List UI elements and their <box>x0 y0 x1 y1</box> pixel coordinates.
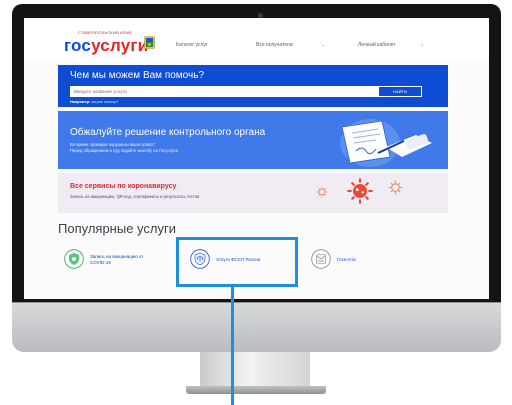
search-button[interactable]: НАЙТИ <box>378 86 422 97</box>
appeal-banner-title: Обжалуйте решение контрольного органа <box>70 127 266 138</box>
service-label-line2: COVID-19 <box>90 260 111 265</box>
highlight-frame <box>176 237 298 287</box>
logo-region-text: СТАВРОПОЛЬСКИЙ КРАЙ <box>78 30 132 35</box>
appeal-banner[interactable]: Обжалуйте решение контрольного органа Во… <box>58 111 448 169</box>
virus-icon <box>388 180 403 195</box>
service-gospochta[interactable]: Госпочта <box>311 249 391 271</box>
service-label: Госпочта <box>337 257 356 262</box>
document-signing-illustration <box>340 119 432 167</box>
chevron-down-icon[interactable]: ⌄ <box>420 42 424 48</box>
service-covid-vaccination[interactable]: Запись на вакцинацию от COVID-19 <box>64 249 194 271</box>
monitor-stand-neck <box>200 352 310 388</box>
monitor-stand-foot <box>186 386 326 394</box>
coat-of-arms-icon <box>144 36 155 49</box>
coronavirus-banner[interactable]: Все сервисы по коронавирусу Запись на ва… <box>58 173 448 213</box>
monitor-chin <box>12 302 501 352</box>
site-header: СТАВРОПОЛЬСКИЙ КРАЙ госуслуги Каталог ус… <box>24 18 489 62</box>
highlight-pointer-line <box>231 286 234 405</box>
virus-icon <box>347 178 373 204</box>
service-label-line1: Запись на вакцинацию от <box>90 254 144 259</box>
coronavirus-banner-subtitle: Запись на вакцинацию, QR-код, сертификат… <box>70 194 200 199</box>
chevron-down-icon[interactable]: ⌄ <box>321 42 325 48</box>
virus-icon <box>316 186 328 198</box>
search-title: Чем мы можем Вам помочь? <box>70 70 205 81</box>
mail-box-icon <box>311 249 331 269</box>
nav-catalog-link[interactable]: Каталог услуг <box>176 42 208 48</box>
nav-recipients-dropdown[interactable]: Все получатели <box>256 42 293 48</box>
search-example: Например: загран паспорт <box>70 100 118 104</box>
coronavirus-banner-title: Все сервисы по коронавирусу <box>70 183 177 190</box>
search-input[interactable] <box>70 86 378 97</box>
popular-services-title: Популярные услуги <box>58 221 176 236</box>
chin-divider <box>12 302 501 303</box>
logo-wordmark: госуслуги <box>64 36 149 55</box>
search-section: Чем мы можем Вам помочь? НАЙТИ Например:… <box>58 65 448 107</box>
appeal-banner-text-2: Перед обращением в суд подайте жалобу на… <box>70 148 178 153</box>
search-example-link[interactable]: загран паспорт <box>91 100 118 104</box>
nav-cabinet-link[interactable]: Личный кабинет <box>358 42 396 48</box>
appeal-banner-text-1: Во время проверки нарушены ваши права? <box>70 142 155 147</box>
shield-icon <box>64 249 84 269</box>
